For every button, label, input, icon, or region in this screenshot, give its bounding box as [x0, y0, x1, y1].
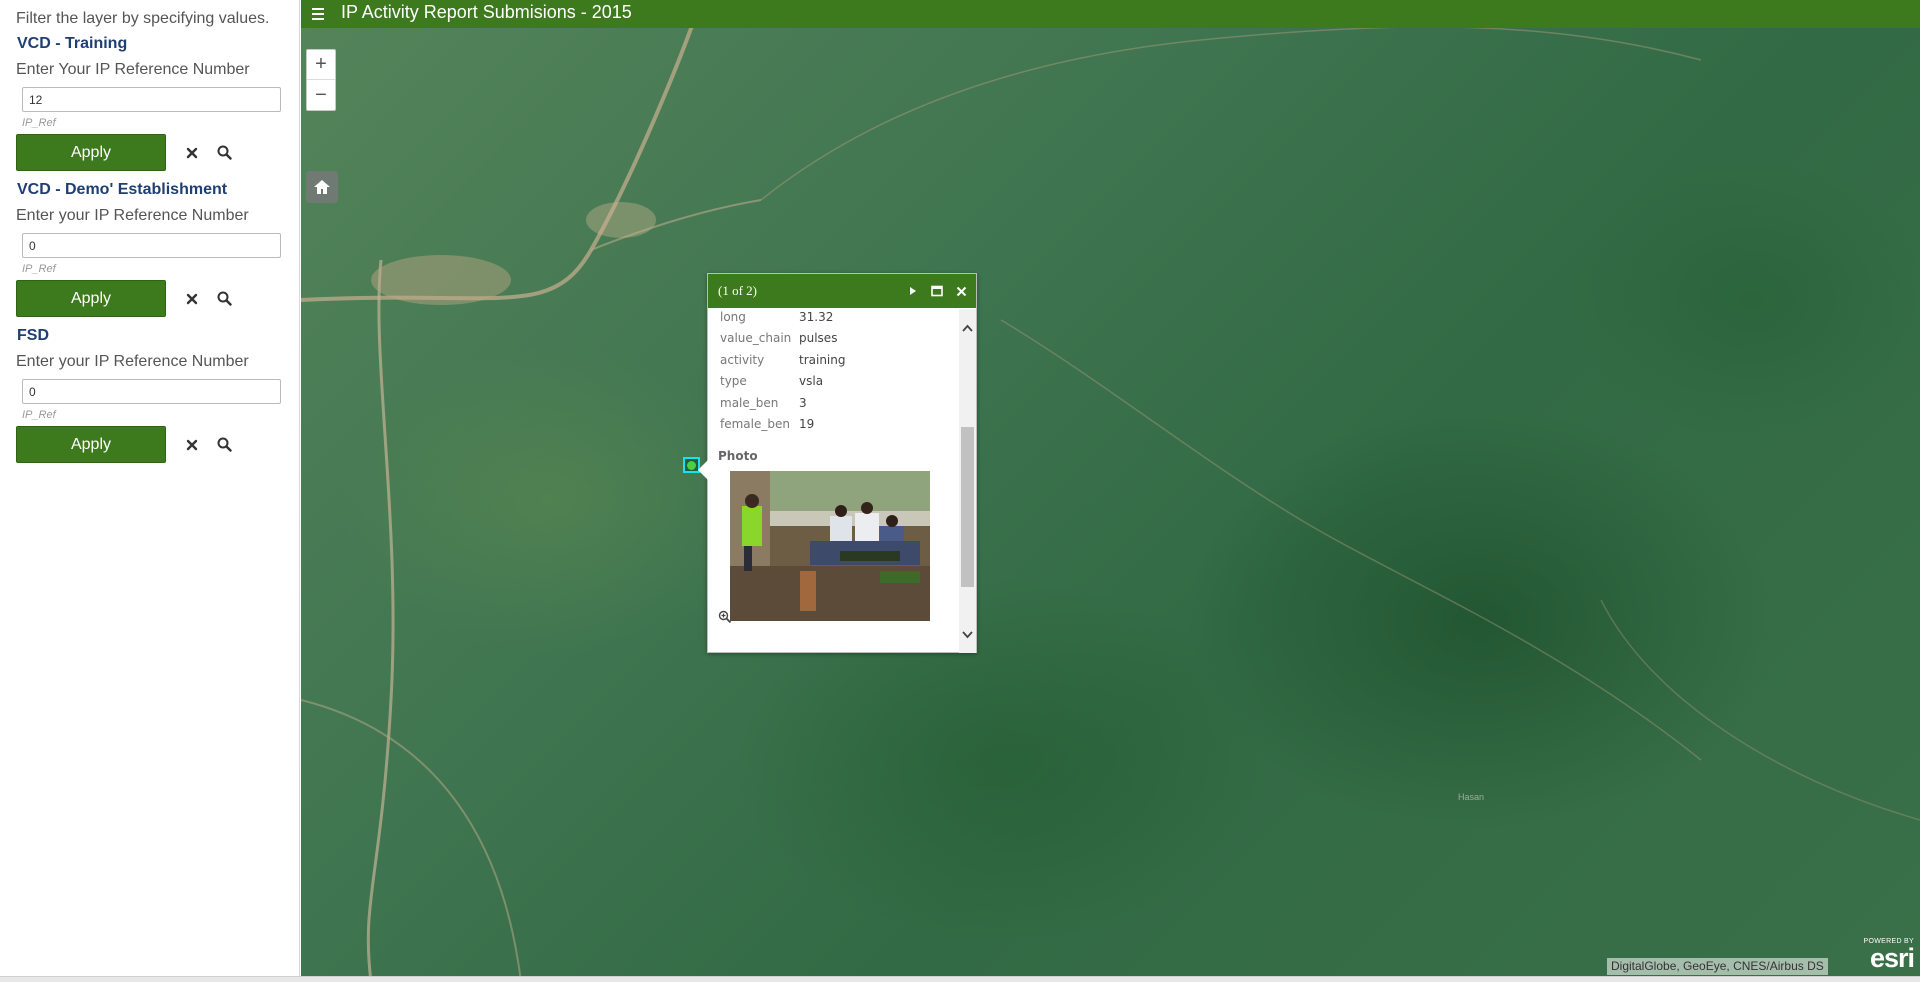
attribute-table: long 31.32 value_chain pulses activity trai… [718, 309, 846, 435]
field-hint: IP_Ref [22, 409, 56, 421]
maximize-icon[interactable] [930, 284, 944, 298]
search-icon[interactable] [214, 435, 234, 455]
attribute-row: long 31.32 [718, 309, 846, 328]
zoom-control: + − [306, 49, 336, 111]
attribute-value: 31.32 [799, 309, 834, 324]
logo-wordmark: esri [1869, 943, 1915, 973]
esri-logo[interactable]: POWERED BY esri [1852, 938, 1915, 974]
zoom-in-button[interactable]: + [307, 50, 335, 80]
attribute-key: type [720, 374, 747, 389]
map-place-label: Hasan [1458, 792, 1485, 802]
attribute-value: training [799, 352, 846, 367]
popup-scrollbar[interactable] [959, 309, 976, 653]
zoom-out-button[interactable]: − [307, 80, 335, 110]
filter-section-training: VCD - Training Enter Your IP Reference N… [16, 35, 286, 171]
attribute-row: value_chain pulses [718, 328, 846, 350]
apply-button-demo[interactable]: Apply [16, 280, 166, 317]
apply-button-fsd[interactable]: Apply [16, 426, 166, 463]
satellite-map[interactable]: Hasan [301, 0, 1920, 982]
section-prompt: Enter your IP Reference Number [16, 207, 249, 224]
action-row: Apply [16, 134, 286, 171]
filter-sidebar: Filter the layer by specifying values. V… [0, 0, 300, 982]
app-header: IP Activity Report Submisions - 2015 [301, 0, 1920, 28]
ip-ref-input-training[interactable] [22, 87, 281, 112]
attribute-row: type vsla [718, 371, 846, 393]
attribute-row: male_ben 3 [718, 392, 846, 414]
attribute-row: female_ben 19 [718, 414, 846, 436]
search-icon[interactable] [214, 289, 234, 309]
ip-ref-input-fsd[interactable] [22, 379, 281, 404]
home-button[interactable] [306, 171, 338, 203]
photo-heading: Photo [718, 449, 758, 463]
app-title: IP Activity Report Submisions - 2015 [341, 2, 632, 22]
menu-icon[interactable] [309, 5, 327, 23]
marker-dot [687, 460, 696, 470]
field-hint: IP_Ref [22, 117, 56, 129]
popup-header: (1 of 2) [708, 274, 976, 308]
search-icon[interactable] [214, 143, 234, 163]
map-roads [301, 0, 1920, 982]
attribute-value: 19 [799, 417, 815, 432]
filter-section-fsd: FSD Enter your IP Reference Number IP_Re… [16, 327, 286, 463]
attribute-key: female_ben [720, 417, 790, 432]
popup-pointer [698, 460, 708, 480]
section-title: VCD - Training [17, 35, 128, 52]
bottom-strip [0, 976, 1920, 982]
section-prompt: Enter your IP Reference Number [16, 353, 249, 370]
apply-button-training[interactable]: Apply [16, 134, 166, 171]
section-prompt: Enter Your IP Reference Number [16, 61, 250, 78]
home-icon [314, 180, 330, 194]
clear-filter-icon[interactable] [182, 435, 202, 455]
attribute-row: activity training [718, 349, 846, 371]
map-attribution: DigitalGlobe, GeoEye, CNES/Airbus DS [1607, 958, 1828, 975]
attribute-value: vsla [799, 374, 824, 389]
chevron-up-icon[interactable] [959, 319, 976, 336]
popup-count: (1 of 2) [718, 283, 757, 298]
feature-popup: (1 of 2) long 31.32 value_chain pulses act… [698, 273, 977, 653]
next-feature-icon[interactable] [906, 284, 920, 298]
attribute-value: 3 [799, 395, 807, 410]
attribute-key: activity [720, 352, 765, 367]
field-hint: IP_Ref [22, 263, 56, 275]
chevron-down-icon[interactable] [959, 626, 976, 643]
section-title: VCD - Demo' Establishment [17, 181, 228, 198]
zoom-to-feature-icon[interactable] [718, 610, 732, 624]
clear-filter-icon[interactable] [182, 143, 202, 163]
action-row: Apply [16, 426, 286, 463]
filter-section-demo: VCD - Demo' Establishment Enter your IP … [16, 181, 286, 317]
action-row: Apply [16, 280, 286, 317]
attachment-photo[interactable] [730, 471, 930, 621]
close-icon[interactable] [954, 284, 968, 298]
scroll-thumb[interactable] [961, 427, 974, 587]
popup-body: long 31.32 value_chain pulses activity trai… [708, 309, 960, 653]
attribute-key: value_chain [720, 331, 792, 346]
ip-ref-input-demo[interactable] [22, 233, 281, 258]
section-title: FSD [17, 327, 49, 344]
clear-filter-icon[interactable] [182, 289, 202, 309]
attribute-value: pulses [799, 331, 838, 346]
attribute-key: long [720, 309, 746, 324]
filter-intro: Filter the layer by specifying values. [16, 10, 270, 27]
attribute-key: male_ben [720, 395, 779, 410]
